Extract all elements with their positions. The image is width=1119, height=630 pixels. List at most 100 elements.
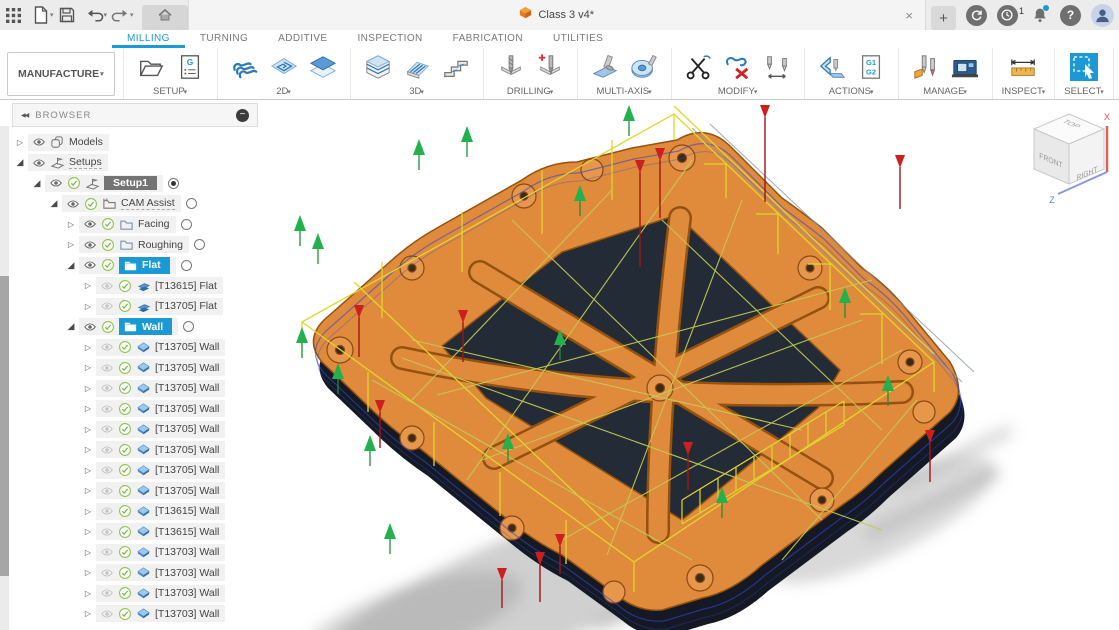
collapse-arrow-icon[interactable]: ◢ — [31, 178, 43, 189]
tab-milling[interactable]: MILLING — [112, 30, 185, 48]
operation-radio-icon[interactable] — [181, 260, 192, 271]
adaptive2d-button[interactable] — [227, 50, 263, 84]
tree-row-t13705-wall[interactable]: ▷[T13705] Wall — [12, 481, 262, 502]
notifications-icon[interactable] — [1029, 5, 1050, 26]
tab-turning[interactable]: TURNING — [185, 30, 263, 48]
visibility-eye-icon[interactable] — [100, 566, 114, 580]
select-button[interactable] — [1066, 50, 1102, 84]
browser-scrollbar[interactable] — [0, 126, 9, 630]
operation-radio-icon[interactable] — [186, 198, 197, 209]
toolbar-group-label[interactable]: INSPECT▾ — [1002, 86, 1046, 97]
measure-button[interactable] — [1005, 50, 1041, 84]
active-setup-radio-icon[interactable] — [168, 178, 179, 189]
swarf-button[interactable] — [587, 50, 623, 84]
visibility-eye-icon[interactable] — [100, 381, 114, 395]
visibility-eye-icon[interactable] — [100, 504, 114, 518]
hide-all-icon[interactable]: − — [236, 109, 249, 122]
drill-add-button[interactable] — [532, 50, 568, 84]
operation-radio-icon[interactable] — [194, 239, 205, 250]
tree-row-t13703-wall[interactable]: ▷[T13703] Wall — [12, 583, 262, 604]
help-icon[interactable]: ? — [1060, 5, 1081, 26]
expand-arrow-icon[interactable]: ▷ — [82, 302, 94, 311]
visibility-eye-icon[interactable] — [66, 197, 80, 211]
tab-additive[interactable]: ADDITIVE — [263, 30, 342, 48]
home-tab[interactable] — [142, 5, 188, 30]
tab-utilities[interactable]: UTILITIES — [538, 30, 618, 48]
expand-arrow-icon[interactable]: ▷ — [14, 138, 26, 147]
tree-row-t13705-wall[interactable]: ▷[T13705] Wall — [12, 399, 262, 420]
visibility-eye-icon[interactable] — [100, 299, 114, 313]
collapse-arrow-icon[interactable]: ◢ — [65, 321, 77, 332]
toolbar-group-label[interactable]: MULTI-AXIS▾ — [597, 86, 652, 97]
cam-toolpath-scene[interactable]: TOP FRONT RIGHT X Z — [262, 100, 1119, 630]
simulate-button[interactable] — [814, 50, 850, 84]
expand-arrow-icon[interactable]: ▷ — [82, 425, 94, 434]
tree-row-t13703-wall[interactable]: ▷[T13703] Wall — [12, 604, 262, 625]
extensions-icon[interactable] — [966, 5, 987, 26]
rotary-button[interactable] — [626, 50, 662, 84]
toolbar-group-label[interactable]: 3D▾ — [409, 86, 424, 97]
visibility-eye-icon[interactable] — [100, 340, 114, 354]
tree-row-t13615-flat[interactable]: ▷[T13615] Flat — [12, 276, 262, 297]
tree-row-t13705-flat[interactable]: ▷[T13705] Flat — [12, 296, 262, 317]
toolbar-group-label[interactable]: SELECT▾ — [1064, 86, 1103, 97]
collapse-arrow-icon[interactable]: ◢ — [48, 198, 60, 209]
parallel-button[interactable] — [399, 50, 435, 84]
tree-row-flat[interactable]: ◢Flat — [12, 255, 262, 276]
expand-arrow-icon[interactable]: ▷ — [82, 589, 94, 598]
visibility-eye-icon[interactable] — [100, 586, 114, 600]
expand-arrow-icon[interactable]: ▷ — [82, 507, 94, 516]
app-grid-icon[interactable] — [0, 2, 27, 28]
toolbar-group-label[interactable]: SETUP▾ — [153, 86, 187, 97]
job-status-icon[interactable] — [997, 5, 1018, 26]
tab-fabrication[interactable]: FABRICATION — [438, 30, 538, 48]
expand-arrow-icon[interactable]: ▷ — [82, 281, 94, 290]
visibility-eye-icon[interactable] — [100, 525, 114, 539]
face-button[interactable] — [305, 50, 341, 84]
avatar-icon[interactable] — [1091, 4, 1114, 27]
delete-passes-button[interactable] — [720, 50, 756, 84]
tree-row-setup1[interactable]: ◢Setup1 — [12, 173, 262, 194]
expand-arrow-icon[interactable]: ▷ — [82, 445, 94, 454]
tree-row-t13615-wall[interactable]: ▷[T13615] Wall — [12, 501, 262, 522]
expand-arrow-icon[interactable]: ▷ — [82, 548, 94, 557]
close-tab-icon[interactable]: × — [905, 9, 913, 22]
tree-row-t13705-wall[interactable]: ▷[T13705] Wall — [12, 337, 262, 358]
expand-arrow-icon[interactable]: ▷ — [82, 609, 94, 618]
tree-row-cam-assist[interactable]: ◢CAM Assist — [12, 194, 262, 215]
tree-row-facing[interactable]: ▷Facing — [12, 214, 262, 235]
document-tab[interactable]: Class 3 v4* × — [188, 0, 926, 30]
tree-row-models[interactable]: ▷Models — [12, 132, 262, 153]
visibility-eye-icon[interactable] — [100, 484, 114, 498]
save-icon[interactable] — [54, 2, 81, 28]
tree-row-wall[interactable]: ◢Wall — [12, 317, 262, 338]
visibility-eye-icon[interactable] — [100, 422, 114, 436]
trim-toolpath-button[interactable] — [681, 50, 717, 84]
expand-arrow-icon[interactable]: ▷ — [82, 404, 94, 413]
visibility-eye-icon[interactable] — [100, 607, 114, 621]
expand-arrow-icon[interactable]: ▷ — [65, 220, 77, 229]
scrollbar-thumb[interactable] — [0, 276, 9, 576]
tree-row-t13705-wall[interactable]: ▷[T13705] Wall — [12, 419, 262, 440]
tree-row-t13705-wall[interactable]: ▷[T13705] Wall — [12, 378, 262, 399]
visibility-eye-icon[interactable] — [32, 156, 46, 170]
expand-arrow-icon[interactable]: ▷ — [65, 240, 77, 249]
tab-inspection[interactable]: INSPECTION — [343, 30, 438, 48]
tree-row-t13703-wall[interactable]: ▷[T13703] Wall — [12, 542, 262, 563]
ramp-button[interactable] — [438, 50, 474, 84]
toolbar-group-label[interactable]: DRILLING▾ — [507, 86, 553, 97]
visibility-eye-icon[interactable] — [100, 361, 114, 375]
nc-program-button[interactable]: G — [172, 50, 208, 84]
toolbar-group-label[interactable]: 2D▾ — [276, 86, 291, 97]
collapse-arrow-icon[interactable]: ◢ — [65, 260, 77, 271]
expand-arrow-icon[interactable]: ▷ — [82, 384, 94, 393]
visibility-eye-icon[interactable] — [100, 463, 114, 477]
expand-arrow-icon[interactable]: ▷ — [82, 363, 94, 372]
workspace-selector[interactable]: MANUFACTURE ▾ — [7, 52, 115, 96]
machine-library-button[interactable] — [947, 50, 983, 84]
visibility-eye-icon[interactable] — [32, 135, 46, 149]
visibility-eye-icon[interactable] — [83, 320, 97, 334]
dropdown-caret-icon[interactable]: ▾ — [130, 11, 134, 19]
visibility-eye-icon[interactable] — [83, 238, 97, 252]
tree-row-t13705-wall[interactable]: ▷[T13705] Wall — [12, 460, 262, 481]
